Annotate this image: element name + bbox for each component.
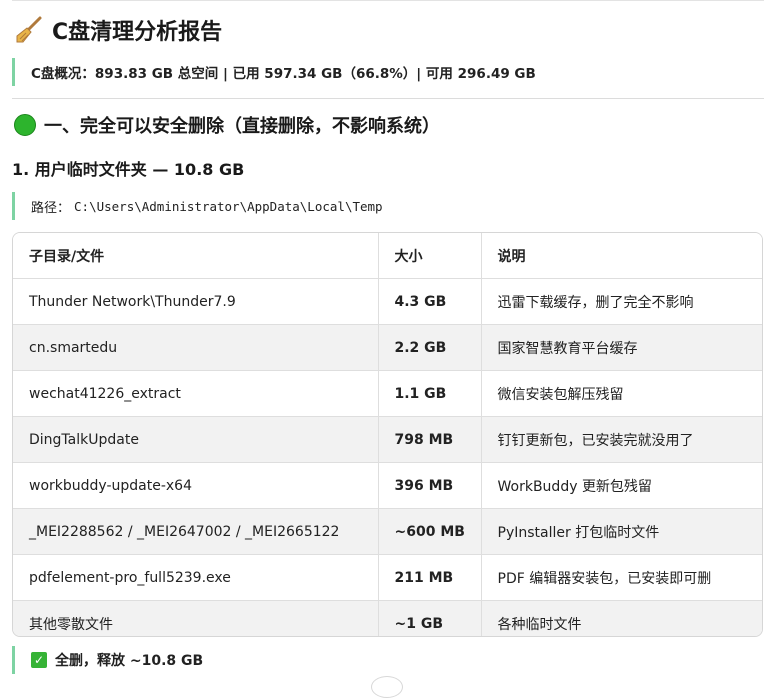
- temp-files-table: 子目录/文件 大小 说明 Thunder Network\Thunder7.9 …: [12, 232, 763, 637]
- cell-size: ~600 MB: [378, 508, 482, 555]
- table-row: 其他零散文件 ~1 GB 各种临时文件: [13, 600, 762, 636]
- section-title: 一、完全可以安全删除（直接删除，不影响系统）: [44, 116, 440, 137]
- result-text: 全删，释放 ~10.8 GB: [55, 653, 204, 669]
- scroll-to-bottom-button[interactable]: [371, 676, 403, 698]
- path-callout: 路径： C:\Users\Administrator\AppData\Local…: [12, 192, 383, 220]
- table-row: pdfelement-pro_full5239.exe 211 MB PDF 编…: [13, 554, 762, 601]
- cell-size: 1.1 GB: [378, 370, 482, 417]
- cell-size: 798 MB: [378, 416, 482, 463]
- check-mark-icon: ✓: [31, 652, 47, 668]
- cell-description: 微信安装包解压残留: [481, 370, 762, 417]
- cell-description: PDF 编辑器安装包，已安装即可删: [481, 554, 762, 601]
- table-row: cn.smartedu 2.2 GB 国家智慧教育平台缓存: [13, 324, 762, 371]
- path-value: C:\Users\Administrator\AppData\Local\Tem…: [74, 198, 383, 214]
- top-divider: [12, 0, 764, 1]
- cell-name: wechat41226_extract: [13, 370, 379, 417]
- cell-description: 各种临时文件: [481, 600, 762, 636]
- table-header-row: 子目录/文件 大小 说明: [13, 233, 762, 279]
- column-header-name: 子目录/文件: [13, 233, 379, 279]
- disk-overview: C盘概况：893.83 GB 总空间 | 已用 597.34 GB（66.8%）…: [12, 58, 536, 86]
- cell-name: 其他零散文件: [13, 600, 379, 636]
- cell-name: Thunder Network\Thunder7.9: [13, 278, 379, 325]
- cell-name: workbuddy-update-x64: [13, 462, 379, 509]
- cell-size: 396 MB: [378, 462, 482, 509]
- subsection-title: 1. 用户临时文件夹 — 10.8 GB: [12, 160, 245, 179]
- table-row: Thunder Network\Thunder7.9 4.3 GB 迅雷下载缓存…: [13, 278, 762, 325]
- table-row: workbuddy-update-x64 396 MB WorkBuddy 更新…: [13, 462, 762, 509]
- disk-overview-text: C盘概况：893.83 GB 总空间 | 已用 597.34 GB（66.8%）…: [31, 66, 536, 82]
- cell-size: 4.3 GB: [378, 278, 482, 325]
- report-header: C盘清理分析报告: [14, 14, 222, 46]
- column-header-size: 大小: [378, 233, 482, 279]
- table-row: wechat41226_extract 1.1 GB 微信安装包解压残留: [13, 370, 762, 417]
- cell-name: _MEI2288562 / _MEI2647002 / _MEI2665122: [13, 508, 379, 555]
- cell-name: DingTalkUpdate: [13, 416, 379, 463]
- section-heading: 一、完全可以安全删除（直接删除，不影响系统）: [14, 112, 440, 138]
- cell-size: 2.2 GB: [378, 324, 482, 371]
- column-header-description: 说明: [481, 233, 762, 279]
- path-label: 路径：: [31, 200, 71, 216]
- green-circle-icon: [14, 114, 36, 136]
- cell-name: pdfelement-pro_full5239.exe: [13, 554, 379, 601]
- cell-name: cn.smartedu: [13, 324, 379, 371]
- cell-description: 国家智慧教育平台缓存: [481, 324, 762, 371]
- broom-icon: [16, 16, 42, 43]
- result-callout: ✓ 全删，释放 ~10.8 GB: [12, 646, 203, 674]
- cell-description: 钉钉更新包，已安装完就没用了: [481, 416, 762, 463]
- table-row: _MEI2288562 / _MEI2647002 / _MEI2665122 …: [13, 508, 762, 555]
- cell-description: WorkBuddy 更新包残留: [481, 462, 762, 509]
- cell-size: ~1 GB: [378, 600, 482, 636]
- cell-description: 迅雷下载缓存，删了完全不影响: [481, 278, 762, 325]
- cell-description: PyInstaller 打包临时文件: [481, 508, 762, 555]
- cell-size: 211 MB: [378, 554, 482, 601]
- page-title: C盘清理分析报告: [52, 20, 223, 45]
- table-row: DingTalkUpdate 798 MB 钉钉更新包，已安装完就没用了: [13, 416, 762, 463]
- section-divider: [12, 98, 764, 99]
